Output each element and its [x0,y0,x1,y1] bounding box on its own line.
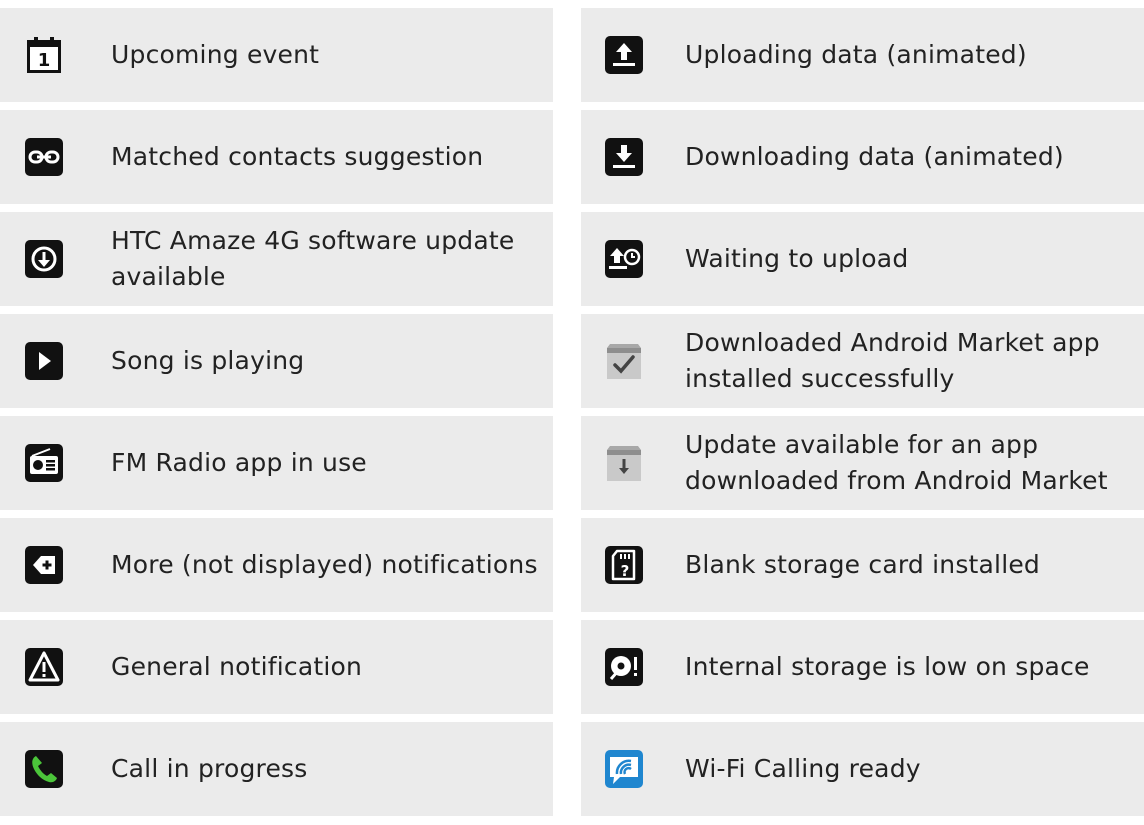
list-item-label: Upcoming event [111,40,320,69]
market-update-icon [604,443,644,483]
list-item-label: Update available for an app downloaded f… [685,430,1108,495]
download-icon [604,137,644,177]
svg-text:?: ? [621,562,630,580]
list-item: 1 Upcoming event [0,8,553,102]
waiting-upload-icon [604,239,644,279]
list-item: FM Radio app in use [0,416,553,510]
svg-text:1: 1 [38,50,51,71]
list-item-label: Downloading data (animated) [685,142,1064,171]
list-item: HTC Amaze 4G software update available [0,212,553,306]
matched-contacts-icon [24,137,64,177]
more-notifications-icon [24,545,64,585]
right-column: Uploading data (animated) Downloading da… [581,8,1144,824]
phone-call-icon [24,749,64,789]
low-storage-icon [604,647,644,687]
list-item-label: Matched contacts suggestion [111,142,484,171]
list-item-label: Call in progress [111,754,308,783]
list-item-label: More (not displayed) notifications [111,550,538,579]
market-installed-icon [604,341,644,381]
list-item: General notification [0,620,553,714]
list-item: Matched contacts suggestion [0,110,553,204]
play-icon [24,341,64,381]
list-item: Downloading data (animated) [581,110,1144,204]
list-item: Waiting to upload [581,212,1144,306]
list-item: Downloaded Android Market app installed … [581,314,1144,408]
upload-icon [604,35,644,75]
left-column: 1 Upcoming event Matched contacts sugges… [0,8,553,824]
list-item: Internal storage is low on space [581,620,1144,714]
list-item: ? Blank storage card installed [581,518,1144,612]
list-item-label: HTC Amaze 4G software update available [111,226,515,291]
list-item: Song is playing [0,314,553,408]
software-update-icon [24,239,64,279]
list-item-label: Song is playing [111,346,305,375]
list-item-label: Downloaded Android Market app installed … [685,328,1100,393]
list-item-label: Waiting to upload [685,244,909,273]
warning-icon [24,647,64,687]
wifi-calling-icon [604,749,644,789]
blank-sd-card-icon: ? [604,545,644,585]
list-item-label: Internal storage is low on space [685,652,1090,681]
list-item-label: FM Radio app in use [111,448,367,477]
list-item-label: General notification [111,652,363,681]
calendar-icon: 1 [24,35,64,75]
list-item: Uploading data (animated) [581,8,1144,102]
list-item: Wi-Fi Calling ready [581,722,1144,816]
list-item-label: Blank storage card installed [685,550,1041,579]
list-item: Update available for an app downloaded f… [581,416,1144,510]
fm-radio-icon [24,443,64,483]
list-item: More (not displayed) notifications [0,518,553,612]
list-item-label: Uploading data (animated) [685,40,1027,69]
list-item: Call in progress [0,722,553,816]
list-item-label: Wi-Fi Calling ready [685,754,921,783]
